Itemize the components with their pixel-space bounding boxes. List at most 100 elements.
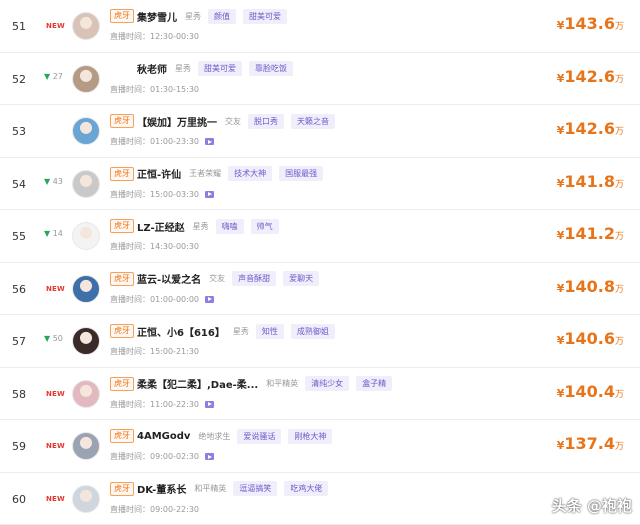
new-badge: NEW bbox=[46, 389, 65, 398]
streamer-name[interactable]: 蓝云-以爱之名 bbox=[137, 271, 201, 286]
tag: 刚枪大神 bbox=[288, 428, 333, 444]
video-icon[interactable] bbox=[205, 453, 214, 460]
rank-change: ▼ 27 bbox=[44, 72, 63, 81]
value-number: 140.8 bbox=[564, 276, 615, 296]
streamer-name[interactable]: 集梦雪儿 bbox=[137, 9, 177, 24]
ranking-row[interactable]: 55 ▼ 14 虎牙 LZ-正经赵 星秀 嗨嗑 帅气 直播时间： 14:30-00:30 ¥141… bbox=[0, 210, 640, 263]
gift-value: ¥137.4万 bbox=[557, 434, 624, 453]
ranking-row[interactable]: 59 NEW 虎牙 4AMGodv 绝地求生 爱说骚话 刚枪大神 直播时间： 09:00-02:… bbox=[0, 420, 640, 473]
tag: 天籁之音 bbox=[291, 113, 335, 129]
gift-value: ¥142.6万 bbox=[557, 67, 624, 86]
streamer-name[interactable]: LZ-正经赵 bbox=[137, 219, 185, 234]
value-number: 141.2 bbox=[564, 224, 615, 243]
gift-value: ¥141.8万 bbox=[557, 172, 624, 191]
platform-badge: 虎牙 bbox=[110, 481, 134, 496]
category-label: 交友 bbox=[209, 274, 226, 283]
streamer-info: 秋老师 星秀 甜美可爱 靠脸吃饭 bbox=[137, 61, 293, 77]
time-range: 12:30-00:30 bbox=[150, 32, 199, 41]
rank-change-value: 43 bbox=[52, 176, 63, 186]
tag: 声音酥甜 bbox=[232, 271, 277, 286]
value-unit: 万 bbox=[614, 284, 624, 295]
avatar[interactable] bbox=[72, 327, 100, 355]
time-range: 15:00-21:30 bbox=[150, 347, 199, 356]
avatar[interactable] bbox=[72, 222, 100, 250]
rank-change: ▼ 50 bbox=[44, 334, 63, 343]
streamer-name[interactable]: DK-董系长 bbox=[137, 481, 186, 496]
video-icon[interactable] bbox=[205, 400, 214, 408]
value-unit: 万 bbox=[614, 442, 624, 452]
ranking-row[interactable]: 58 NEW 虎牙 柔柔【犯二柔】,Dae-柔... 和平精英 清纯少女 盒子精 直播时间： 1… bbox=[0, 367, 640, 420]
rank-number: 58 bbox=[12, 387, 26, 401]
stream-time: 直播时间： 09:00-22:30 bbox=[110, 504, 199, 515]
avatar[interactable] bbox=[72, 432, 100, 460]
stream-time: 直播时间： 15:00-03:30 bbox=[110, 189, 214, 200]
rank-change-value: 27 bbox=[52, 71, 63, 81]
streamer-name[interactable]: 柔柔【犯二柔】,Dae-柔... bbox=[137, 376, 258, 391]
streamer-name[interactable]: 【娱加】万里挑一 bbox=[137, 114, 217, 129]
category-label: 星秀 bbox=[192, 221, 209, 231]
stream-time: 直播时间： 11:00-22:30 bbox=[110, 399, 214, 410]
tag: 成熟御姐 bbox=[290, 323, 335, 339]
time-range: 14:30-00:30 bbox=[150, 242, 199, 251]
avatar[interactable] bbox=[72, 117, 100, 145]
tag: 知性 bbox=[255, 323, 284, 339]
category-label: 交友 bbox=[225, 116, 241, 126]
streamer-name[interactable]: 正恒-许仙 bbox=[137, 166, 181, 181]
avatar[interactable] bbox=[72, 274, 100, 303]
streamer-name[interactable]: 正恒、小6【616】 bbox=[137, 324, 225, 339]
gift-value: ¥143.6万 bbox=[557, 14, 624, 33]
video-icon[interactable] bbox=[205, 190, 214, 198]
gift-value: ¥140.4万 bbox=[557, 382, 624, 401]
video-icon[interactable] bbox=[205, 295, 214, 303]
tag: 爱说骚话 bbox=[237, 428, 282, 444]
ranking-list: 51 NEW 虎牙 集梦雪儿 星秀 颜值 甜美可爱直播时间： 12:30-00:30 ¥143.… bbox=[0, 0, 640, 525]
avatar[interactable] bbox=[72, 484, 100, 513]
video-icon[interactable] bbox=[205, 138, 214, 145]
ranking-row[interactable]: 53 虎牙 【娱加】万里挑一 交友 脱口秀 天籁之音 直播时间： 01:00-23:30 ¥14… bbox=[0, 105, 640, 158]
ranking-row[interactable]: 57 ▼ 50 虎牙 正恒、小6【616】 星秀 知性 成熟御姐 直播时间： 15:00-21:… bbox=[0, 315, 640, 368]
ranking-row[interactable]: 54 ▼ 43 虎牙 正恒-许仙 王者荣耀 技术大神 国服最强 直播时间： 15:00-03:3… bbox=[0, 157, 640, 210]
streamer-name[interactable]: 秋老师 bbox=[137, 61, 167, 76]
category-label: 星秀 bbox=[185, 11, 201, 21]
ranking-row[interactable]: 51 NEW 虎牙 集梦雪儿 星秀 颜值 甜美可爱 直播时间： 12:30-00:30 ¥143.… bbox=[0, 0, 640, 53]
streamer-info: 柔柔【犯二柔】,Dae-柔... 和平精英 清纯少女 盒子精 bbox=[137, 376, 393, 392]
time-label: 直播时间： bbox=[110, 452, 150, 461]
time-label: 直播时间： bbox=[110, 137, 150, 146]
ranking-row[interactable]: 60 NEW 虎牙 DK-董系长 和平精英 逗逼搞笑 吃鸡大佬 直播时间： 09:00-22:3… bbox=[0, 472, 640, 525]
avatar[interactable] bbox=[72, 169, 100, 198]
tag: 技术大神 bbox=[228, 166, 273, 181]
value-unit: 万 bbox=[614, 232, 624, 242]
ranking-row[interactable]: 52 ▼ 27 秋老师 星秀 甜美可爱 靠脸吃饭 直播时间： 01:30-15:30 ¥142.… bbox=[0, 52, 640, 105]
new-badge: NEW bbox=[46, 494, 65, 503]
rank-number: 60 bbox=[12, 492, 26, 506]
rank-change-value: 50 bbox=[52, 334, 63, 343]
rank-number: 51 bbox=[12, 20, 26, 33]
ranking-row[interactable]: 56 NEW 虎牙 蓝云-以爱之名 交友 声音酥甜 爱聊天 直播时间： 01:00-00:00 ¥… bbox=[0, 262, 640, 315]
avatar[interactable] bbox=[72, 12, 100, 40]
avatar[interactable] bbox=[72, 379, 100, 408]
tag: 甜美可爱 bbox=[198, 61, 242, 76]
new-badge: NEW bbox=[46, 442, 65, 450]
value-number: 143.6 bbox=[564, 14, 615, 33]
avatar[interactable] bbox=[72, 64, 100, 93]
value-number: 142.6 bbox=[564, 66, 615, 86]
value-unit: 万 bbox=[614, 389, 624, 400]
time-label: 直播时间： bbox=[110, 504, 150, 514]
streamer-name[interactable]: 4AMGodv bbox=[137, 431, 190, 442]
gift-value: ¥142.6万 bbox=[557, 119, 624, 138]
tag: 甜美可爱 bbox=[243, 8, 287, 24]
rank-number: 54 bbox=[12, 177, 26, 191]
gift-value: ¥140.6万 bbox=[557, 329, 624, 348]
streamer-info: 4AMGodv 绝地求生 爱说骚话 刚枪大神 bbox=[137, 428, 333, 444]
rank-up-icon: ▼ bbox=[44, 229, 51, 238]
streamer-info: 正恒、小6【616】 星秀 知性 成熟御姐 bbox=[137, 323, 335, 339]
tag: 国服最强 bbox=[279, 166, 324, 181]
new-badge: NEW bbox=[46, 284, 65, 293]
platform-badge: 虎牙 bbox=[110, 166, 134, 181]
gift-value: ¥141.2万 bbox=[557, 224, 624, 243]
value-unit: 万 bbox=[614, 74, 624, 85]
time-label: 直播时间： bbox=[110, 294, 150, 304]
streamer-info: 集梦雪儿 星秀 颜值 甜美可爱 bbox=[137, 8, 287, 24]
value-number: 141.8 bbox=[564, 171, 615, 191]
value-unit: 万 bbox=[614, 179, 624, 190]
